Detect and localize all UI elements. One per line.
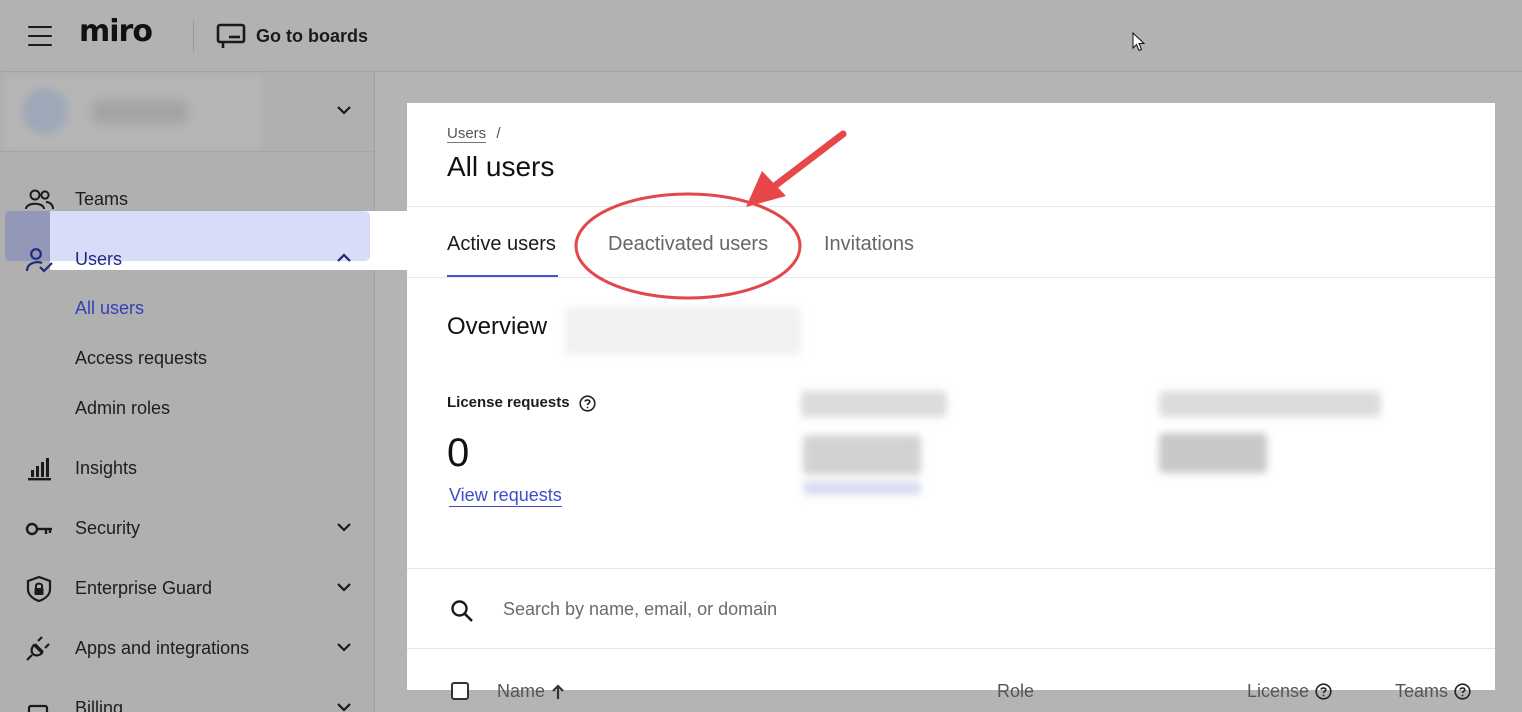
hamburger-menu-icon[interactable] [28,26,52,46]
column-header-label: Role [997,681,1035,701]
sidebar-item-label: Teams [75,188,129,209]
column-header-teams[interactable]: Teams [1395,681,1471,702]
mouse-cursor-icon [1132,32,1146,52]
sidebar-item-label: Billing [75,697,124,712]
tab-active-users[interactable]: Active users [447,233,556,256]
arrow-up-icon [552,683,564,699]
sidebar-item-label: Users [75,248,123,269]
topbar-divider [193,20,194,52]
column-header-license[interactable]: License [1247,681,1332,702]
sidebar-item-admin-roles[interactable]: Admin roles [0,383,375,433]
column-header-name[interactable]: Name [497,681,565,702]
column-header-role[interactable]: Role [997,681,1034,702]
sidebar-item-label: Apps and integrations [75,637,250,658]
top-bar: miro Go to boards [0,0,1522,72]
sidebar-item-all-users[interactable]: All users [0,283,320,333]
sidebar-item-teams[interactable]: Teams [0,174,375,224]
chevron-down-icon [337,703,351,712]
redacted-stat-label [801,391,947,417]
license-requests-label: License requests [447,394,570,411]
column-header-label: License [1247,681,1310,701]
sidebar-item-insights[interactable]: Insights [0,443,375,493]
sidebar-item-label: Access requests [75,347,208,368]
sidebar-item-apps-and-integrations[interactable]: Apps and integrations [0,623,375,673]
go-to-boards-button[interactable]: Go to boards [216,22,368,50]
sidebar-item-billing[interactable]: Billing [0,683,375,712]
sidebar-item-enterprise-guard[interactable]: Enterprise Guard [0,563,375,613]
column-header-label: Name [497,681,546,701]
sidebar-item-users[interactable]: Users [0,234,375,284]
user-check-icon [25,248,53,273]
divider [407,568,1495,569]
select-all-checkbox[interactable] [451,682,469,700]
divider [407,648,1495,649]
divider [407,277,1495,278]
breadcrumb-separator: / [496,125,501,142]
help-circle-icon[interactable] [1315,683,1332,700]
shield-lock-icon [26,576,52,602]
sidebar-item-label: All users [75,297,145,318]
search-icon [451,600,473,622]
board-icon [216,23,246,48]
chevron-up-icon [337,253,351,262]
sidebar-item-label: Insights [75,457,138,478]
tab-invitations[interactable]: Invitations [824,233,914,256]
help-circle-icon[interactable] [1454,683,1471,700]
divider [407,206,1495,207]
redacted-stat-value [1159,433,1267,473]
redacted-stat-label [1159,391,1381,417]
sidebar-item-label: Security [75,517,141,538]
column-header-label: Teams [1395,681,1449,701]
sidebar-item-label: Enterprise Guard [75,577,213,598]
people-icon [25,189,54,210]
redacted-plan-info [565,307,801,355]
plug-icon [26,636,50,661]
page-title: All users [447,151,555,182]
chevron-down-icon [337,583,351,592]
org-avatar [22,88,68,134]
sidebar-item-access-requests[interactable]: Access requests [0,333,375,383]
key-icon [25,522,52,536]
breadcrumb: Users / [447,125,501,143]
go-to-boards-label: Go to boards [256,25,368,46]
license-requests-count: 0 [447,431,470,475]
overview-heading: Overview [447,313,548,340]
sidebar-item-security[interactable]: Security [0,503,375,553]
redacted-stat-link [803,481,921,495]
breadcrumb-users-link[interactable]: Users [447,125,487,143]
search-input[interactable] [503,595,1203,623]
chevron-down-icon [337,106,351,115]
org-name-redacted [92,100,188,124]
miro-logo[interactable]: miro [79,14,153,49]
page-edge [1495,72,1522,712]
tab-deactivated-users[interactable]: Deactivated users [608,233,768,256]
billing-icon [27,704,49,712]
sidebar-item-label: Admin roles [75,397,171,418]
view-requests-link[interactable]: View requests [449,485,562,507]
chevron-down-icon [337,523,351,532]
chevron-down-icon [337,643,351,652]
redacted-stat-value [803,435,921,475]
main-panel: Users / All users Active users Deactivat… [407,103,1495,701]
bar-chart-icon [28,458,51,481]
help-circle-icon[interactable] [579,395,596,412]
org-switcher[interactable] [0,72,375,152]
